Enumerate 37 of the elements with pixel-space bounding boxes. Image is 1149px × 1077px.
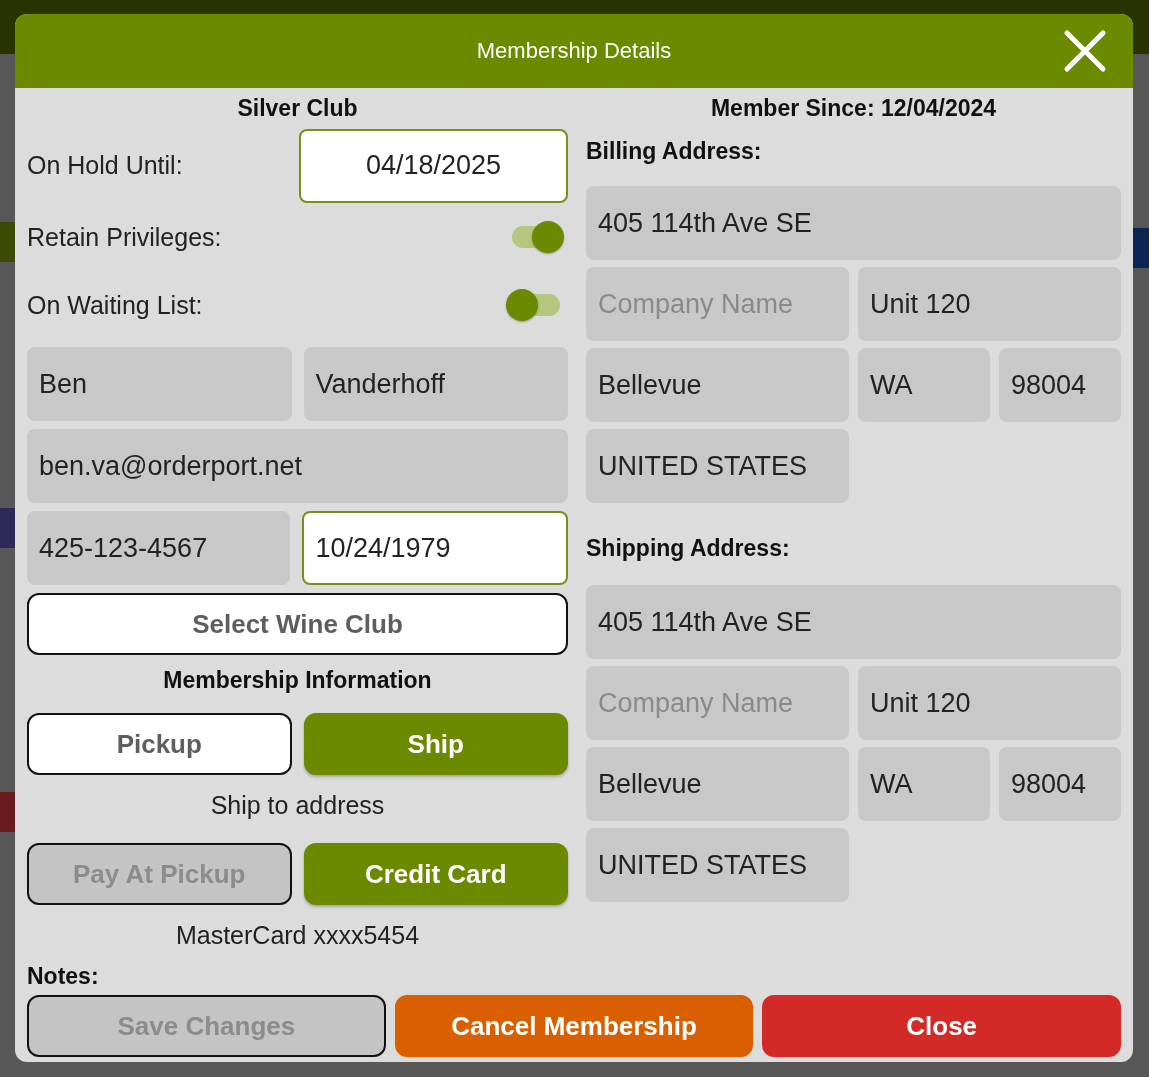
input-field[interactable]: 98004 xyxy=(999,348,1121,422)
option-button[interactable]: Ship xyxy=(303,713,568,775)
dialog-title: Membership Details xyxy=(476,38,672,64)
date-field[interactable]: 10/24/1979 xyxy=(301,511,568,585)
input-field[interactable]: ben.va@orderport.net xyxy=(27,429,568,503)
notes-label: Notes: xyxy=(26,962,100,991)
input-field[interactable]: WA xyxy=(858,348,990,422)
address-heading: Billing Address: xyxy=(586,137,763,166)
payment-note: MasterCard xxxx5454 xyxy=(174,920,421,951)
toggle-label: Retain Privileges: xyxy=(27,222,222,252)
close-icon[interactable] xyxy=(1063,29,1107,73)
input-field[interactable]: Vanderhoff xyxy=(303,347,568,421)
action-button[interactable]: Close xyxy=(762,995,1121,1057)
input-field[interactable]: 405 114th Ave SE xyxy=(586,585,1121,659)
section-heading: Membership Information xyxy=(163,666,432,695)
input-field[interactable]: Bellevue xyxy=(586,747,849,821)
field-label: On Hold Until: xyxy=(27,151,183,180)
input-field[interactable]: 405 114th Ave SE xyxy=(586,186,1121,260)
option-button[interactable]: Credit Card xyxy=(303,843,568,905)
action-button[interactable]: Cancel Membership xyxy=(394,995,754,1057)
input-field[interactable]: UNITED STATES xyxy=(586,429,849,503)
toggle-label: On Waiting List: xyxy=(27,290,203,320)
member-since: Member Since: 12/04/2024 xyxy=(710,94,997,123)
input-field[interactable]: WA xyxy=(858,747,990,821)
date-field[interactable]: 04/18/2025 xyxy=(299,128,568,203)
delivery-note: Ship to address xyxy=(209,790,386,821)
option-button[interactable]: Pickup xyxy=(27,713,292,775)
input-field[interactable]: Bellevue xyxy=(586,348,849,422)
select-button[interactable]: Select Wine Club xyxy=(27,593,568,655)
input-field[interactable]: Unit 120 xyxy=(858,267,1121,341)
input-field[interactable]: Ben xyxy=(27,347,292,421)
input-field[interactable]: 98004 xyxy=(999,747,1121,821)
input-field[interactable]: UNITED STATES xyxy=(586,828,849,902)
input-field[interactable]: 425-123-4567 xyxy=(27,511,290,585)
club-name: Silver Club xyxy=(237,94,358,123)
input-field[interactable]: Unit 120 xyxy=(858,666,1121,740)
address-heading: Shipping Address: xyxy=(586,534,791,563)
